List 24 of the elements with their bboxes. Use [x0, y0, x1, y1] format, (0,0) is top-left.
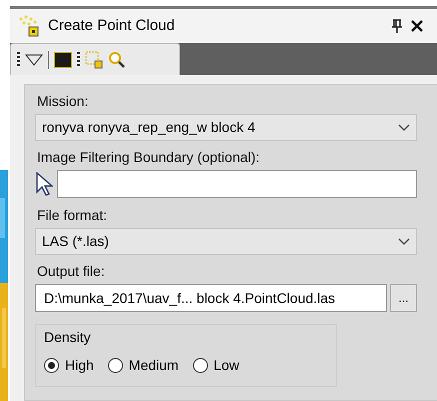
group-label: Density: [44, 328, 92, 347]
radio-option[interactable]: Low: [192, 355, 240, 376]
pin-icon[interactable]: [391, 19, 403, 33]
field-label: Mission:: [37, 92, 90, 111]
zoom-icon[interactable]: [108, 50, 126, 68]
dropdown[interactable]: LAS (*.las): [35, 228, 417, 255]
boundary-field[interactable]: [56, 170, 417, 198]
output-file-field[interactable]: D:\munka_2017\uav_f... block 4.PointCloud.las: [35, 284, 387, 312]
close-icon[interactable]: [411, 20, 423, 32]
chevron-icon: [398, 238, 410, 246]
field-label: Image Filtering Boundary (optional):: [37, 148, 261, 167]
dropdown[interactable]: ronyva ronyva_rep_eng_w block 4: [35, 114, 417, 141]
radio-option[interactable]: Medium: [108, 355, 179, 376]
dropdown-icon[interactable]: [25, 54, 43, 66]
browse-button[interactable]: ...: [390, 284, 417, 312]
field-label: Output file:: [37, 262, 106, 281]
field-label: File format:: [37, 206, 108, 225]
panel-title: Create Point Cloud: [48, 16, 176, 36]
radio-option[interactable]: High: [44, 355, 94, 376]
terminal-icon[interactable]: [54, 52, 72, 68]
chevron-icon: [398, 124, 410, 132]
select-area-icon[interactable]: [85, 50, 103, 68]
cursor-icon[interactable]: [35, 172, 53, 196]
point-cloud-icon: [18, 15, 40, 37]
